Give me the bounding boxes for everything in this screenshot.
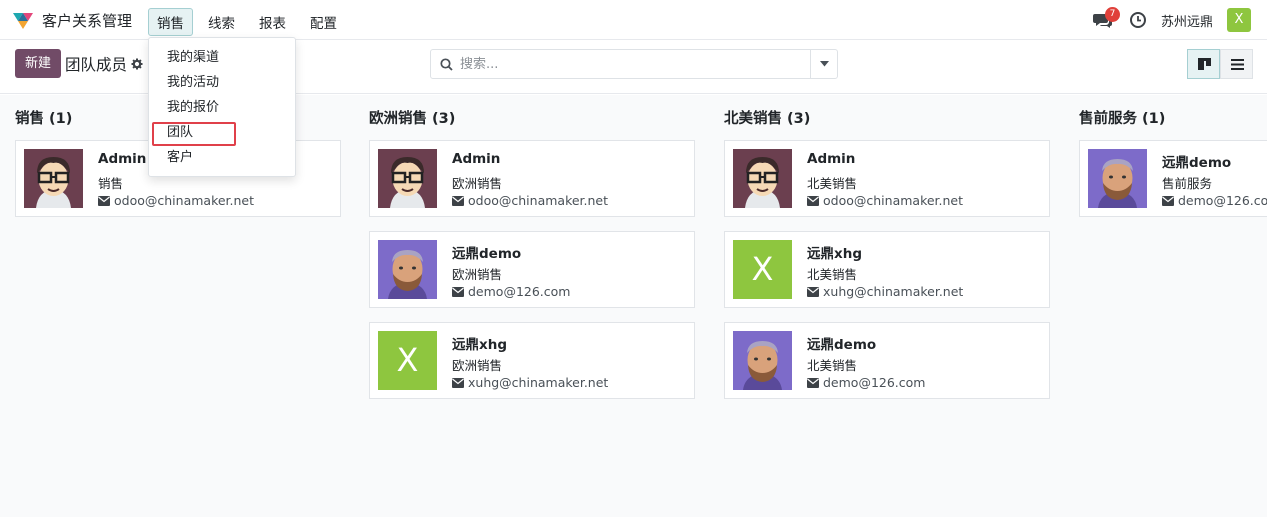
member-team: 欧洲销售 — [452, 176, 503, 191]
caret-down-icon — [820, 61, 829, 67]
kanban-card[interactable]: X 远鼎xhg 欧洲销售 xuhg@chinamaker.net — [369, 322, 695, 399]
menu-sales[interactable]: 销售 — [148, 8, 193, 36]
top-navbar: 客户关系管理 销售 线索 报表 配置 7 苏州远鼎 X — [0, 0, 1267, 40]
member-email: xuhg@chinamaker.net — [452, 375, 608, 390]
member-team: 北美销售 — [807, 358, 858, 373]
member-email: odoo@chinamaker.net — [452, 193, 608, 208]
systray: 7 苏州远鼎 X — [1092, 7, 1251, 32]
kanban-view-button[interactable] — [1187, 49, 1220, 79]
column-header[interactable]: 北美销售 (3) — [724, 107, 810, 128]
search-icon — [440, 58, 453, 71]
email-text: odoo@chinamaker.net — [823, 193, 964, 208]
email-text: demo@126.com — [823, 375, 926, 390]
kanban-card[interactable]: 远鼎demo 欧洲销售 demo@126.com — [369, 231, 695, 308]
search-bar — [430, 49, 838, 79]
column-header[interactable]: 欧洲销售 (3) — [369, 107, 455, 128]
email-text: demo@126.com — [1178, 193, 1267, 208]
sales-dropdown-menu: 我的渠道 我的活动 我的报价 团队 客户 — [148, 37, 296, 177]
member-team: 北美销售 — [807, 176, 858, 191]
page-title: 团队成员 — [65, 56, 128, 74]
member-email: demo@126.com — [1162, 193, 1267, 208]
envelope-icon — [452, 195, 464, 206]
member-team: 售前服务 — [1162, 176, 1213, 191]
member-name: 远鼎demo — [807, 337, 877, 353]
member-team: 欧洲销售 — [452, 358, 503, 373]
envelope-icon — [807, 377, 819, 388]
clock-icon[interactable] — [1129, 11, 1147, 29]
member-name: Admin — [452, 151, 501, 167]
email-text: odoo@chinamaker.net — [114, 193, 255, 208]
search-options-toggle[interactable] — [810, 50, 837, 78]
column-header[interactable]: 销售 (1) — [15, 107, 72, 128]
menu-config[interactable]: 配置 — [301, 8, 346, 36]
view-switcher — [1187, 49, 1253, 79]
highlight-box — [152, 122, 236, 146]
member-team: 销售 — [98, 176, 124, 191]
demo-avatar — [733, 331, 792, 390]
message-count-badge: 7 — [1104, 7, 1120, 22]
messaging-button[interactable]: 7 — [1092, 7, 1120, 31]
dropdown-item-my-pipeline[interactable]: 我的渠道 — [149, 45, 295, 70]
member-name: Admin — [807, 151, 856, 167]
menu-reports[interactable]: 报表 — [250, 8, 295, 36]
menu-leads[interactable]: 线索 — [199, 8, 244, 36]
kanban-card[interactable]: 远鼎demo 售前服务 demo@126.com — [1079, 140, 1267, 217]
column-header[interactable]: 售前服务 (1) — [1079, 107, 1165, 128]
member-email: demo@126.com — [452, 284, 570, 299]
gear-icon[interactable] — [131, 58, 143, 70]
member-email: demo@126.com — [807, 375, 925, 390]
user-name[interactable]: 苏州远鼎 — [1161, 11, 1213, 30]
envelope-icon — [98, 195, 110, 206]
member-name: 远鼎demo — [1162, 155, 1232, 171]
admin-avatar — [378, 149, 437, 208]
envelope-icon — [452, 286, 464, 297]
member-email: odoo@chinamaker.net — [98, 193, 254, 208]
demo-avatar — [1088, 149, 1147, 208]
list-view-button[interactable] — [1220, 49, 1253, 79]
initial-avatar: X — [378, 331, 437, 390]
member-name: 远鼎demo — [452, 246, 522, 262]
email-text: xuhg@chinamaker.net — [468, 375, 609, 390]
member-name: 远鼎xhg — [807, 246, 862, 262]
crm-logo-icon — [13, 13, 33, 29]
dropdown-item-my-activities[interactable]: 我的活动 — [149, 70, 295, 95]
kanban-card[interactable]: 远鼎demo 北美销售 demo@126.com — [724, 322, 1050, 399]
kanban-card[interactable]: Admin 欧洲销售 odoo@chinamaker.net — [369, 140, 695, 217]
dropdown-item-my-quotations[interactable]: 我的报价 — [149, 95, 295, 120]
member-email: xuhg@chinamaker.net — [807, 284, 963, 299]
email-text: xuhg@chinamaker.net — [823, 284, 964, 299]
envelope-icon — [807, 195, 819, 206]
dropdown-item-customers[interactable]: 客户 — [149, 145, 295, 170]
member-email: odoo@chinamaker.net — [807, 193, 963, 208]
demo-avatar — [378, 240, 437, 299]
new-button[interactable]: 新建 — [15, 49, 61, 78]
app-name: 客户关系管理 — [42, 11, 133, 30]
search-input[interactable] — [460, 50, 810, 78]
member-name: Admin — [98, 151, 147, 167]
kanban-card[interactable]: Admin 北美销售 odoo@chinamaker.net — [724, 140, 1050, 217]
envelope-icon — [452, 377, 464, 388]
envelope-icon — [1162, 195, 1174, 206]
app-brand[interactable]: 客户关系管理 — [12, 9, 132, 31]
email-text: demo@126.com — [468, 284, 571, 299]
initial-avatar: X — [733, 240, 792, 299]
member-name: 远鼎xhg — [452, 337, 507, 353]
member-team: 北美销售 — [807, 267, 858, 282]
envelope-icon — [807, 286, 819, 297]
admin-avatar — [24, 149, 83, 208]
list-icon — [1231, 59, 1244, 70]
admin-avatar — [733, 149, 792, 208]
breadcrumb: 团队成员 — [65, 53, 143, 75]
member-team: 欧洲销售 — [452, 267, 503, 282]
main-menu: 销售 线索 报表 配置 — [148, 8, 346, 36]
user-avatar[interactable]: X — [1227, 8, 1251, 32]
kanban-card[interactable]: X 远鼎xhg 北美销售 xuhg@chinamaker.net — [724, 231, 1050, 308]
kanban-icon — [1198, 58, 1211, 70]
email-text: odoo@chinamaker.net — [468, 193, 609, 208]
